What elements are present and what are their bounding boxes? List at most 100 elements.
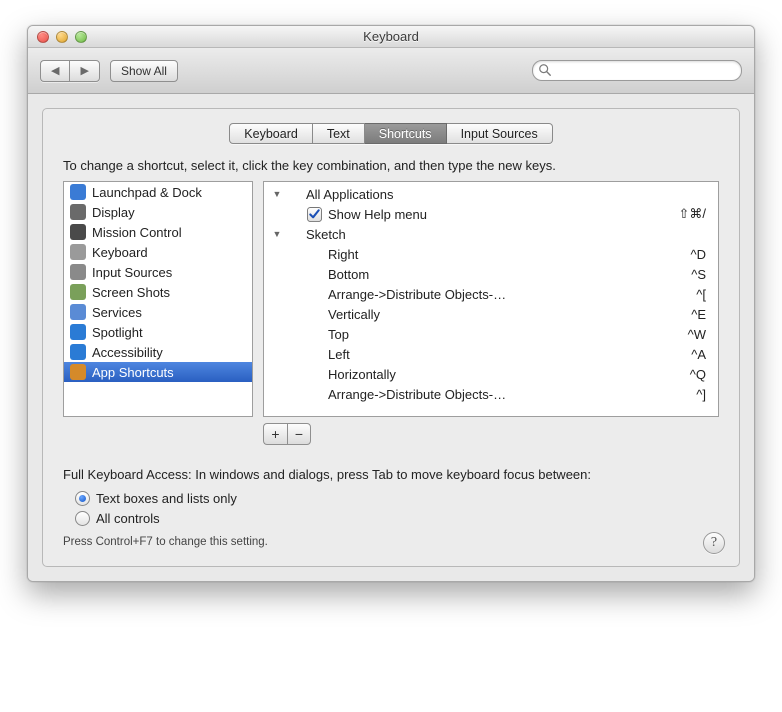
category-input-sources[interactable]: Input Sources: [64, 262, 252, 282]
shortcut-label: Show Help menu: [328, 207, 678, 222]
category-spotlight[interactable]: Spotlight: [64, 322, 252, 342]
shortcut-key[interactable]: ^[: [678, 287, 718, 302]
input-sources-icon: [70, 264, 86, 280]
display-icon: [70, 204, 86, 220]
shortcut-key[interactable]: ^]: [678, 387, 718, 402]
services-icon: [70, 304, 86, 320]
disclosure-triangle-icon[interactable]: ▼: [270, 229, 282, 239]
category-label: Services: [92, 305, 142, 320]
screen-shots-icon: [70, 284, 86, 300]
category-label: Display: [92, 205, 135, 220]
category-accessibility[interactable]: Accessibility: [64, 342, 252, 362]
category-app-shortcuts[interactable]: App Shortcuts: [64, 362, 252, 382]
category-list[interactable]: Launchpad & Dock Display Mission Control Ke…: [63, 181, 253, 417]
enable-checkbox[interactable]: [306, 206, 322, 222]
back-button[interactable]: ◀: [40, 60, 69, 82]
shortcut-label: Sketch: [306, 227, 678, 242]
shortcut-label: Bottom: [328, 267, 678, 282]
shortcut-group[interactable]: ▼ Sketch: [264, 224, 718, 244]
enable-checkbox: [284, 226, 300, 242]
shortcut-item[interactable]: Top^W: [264, 324, 718, 344]
category-keyboard[interactable]: Keyboard: [64, 242, 252, 262]
category-label: App Shortcuts: [92, 365, 174, 380]
instructions-label: To change a shortcut, select it, click t…: [63, 158, 719, 173]
enable-checkbox[interactable]: [306, 306, 322, 322]
tab-text[interactable]: Text: [313, 123, 365, 144]
tab-shortcuts[interactable]: Shortcuts: [365, 123, 447, 144]
shortcut-item[interactable]: Bottom^S: [264, 264, 718, 284]
shortcut-item[interactable]: Show Help menu⇧⌘/: [264, 204, 718, 224]
disclosure-triangle-icon[interactable]: ▼: [270, 189, 282, 199]
shortcut-key[interactable]: ⇧⌘/: [678, 206, 718, 222]
shortcut-key[interactable]: ^D: [678, 247, 718, 262]
shortcut-key[interactable]: ^W: [678, 327, 718, 342]
forward-button[interactable]: ▶: [69, 60, 99, 82]
tab-input-sources[interactable]: Input Sources: [447, 123, 553, 144]
titlebar: Keyboard: [28, 26, 754, 48]
radio-icon: [75, 511, 90, 526]
enable-checkbox[interactable]: [306, 266, 322, 282]
category-launchpad-dock[interactable]: Launchpad & Dock: [64, 182, 252, 202]
traffic-lights: [28, 31, 87, 43]
shortcut-label: All Applications: [306, 187, 678, 202]
chevron-right-icon: ▶: [80, 64, 88, 77]
category-label: Launchpad & Dock: [92, 185, 202, 200]
keyboard-icon: [70, 244, 86, 260]
shortcut-item[interactable]: Right^D: [264, 244, 718, 264]
tab-keyboard[interactable]: Keyboard: [229, 123, 313, 144]
remove-button[interactable]: −: [287, 423, 311, 445]
category-services[interactable]: Services: [64, 302, 252, 322]
add-button[interactable]: +: [263, 423, 287, 445]
shortcut-label: Top: [328, 327, 678, 342]
search-input[interactable]: [532, 60, 742, 81]
window-body: KeyboardTextShortcutsInput Sources To ch…: [28, 94, 754, 581]
category-display[interactable]: Display: [64, 202, 252, 222]
search-field-wrap: [532, 60, 742, 81]
shortcut-item[interactable]: Horizontally^Q: [264, 364, 718, 384]
fka-radio-0[interactable]: Text boxes and lists only: [75, 488, 719, 508]
zoom-icon[interactable]: [75, 31, 87, 43]
nav-segment: ◀ ▶: [40, 60, 100, 82]
help-button[interactable]: ?: [703, 532, 725, 554]
shortcut-key[interactable]: ^Q: [678, 367, 718, 382]
enable-checkbox[interactable]: [306, 326, 322, 342]
shortcut-label: Vertically: [328, 307, 678, 322]
app-shortcuts-icon: [70, 364, 86, 380]
category-label: Input Sources: [92, 265, 172, 280]
fka-hint: Press Control+F7 to change this setting.: [63, 536, 719, 548]
radio-label: Text boxes and lists only: [96, 491, 237, 506]
launchpad-icon: [70, 184, 86, 200]
window-title: Keyboard: [28, 29, 754, 44]
fka-radio-1[interactable]: All controls: [75, 508, 719, 528]
chevron-left-icon: ◀: [51, 64, 59, 77]
shortcut-key[interactable]: ^S: [678, 267, 718, 282]
close-icon[interactable]: [37, 31, 49, 43]
tab-bar: KeyboardTextShortcutsInput Sources: [43, 123, 739, 144]
shortcut-list[interactable]: ▼ All Applications Show Help menu⇧⌘/ ▼ Sketc…: [263, 181, 719, 417]
shortcut-label: Right: [328, 247, 678, 262]
show-all-button[interactable]: Show All: [110, 60, 178, 82]
fka-radio-group: Text boxes and lists only All controls: [63, 488, 719, 528]
category-label: Keyboard: [92, 245, 148, 260]
enable-checkbox: [284, 186, 300, 202]
shortcut-item[interactable]: Arrange->Distribute Objects-…^]: [264, 384, 718, 404]
category-mission-control[interactable]: Mission Control: [64, 222, 252, 242]
shortcut-label: Left: [328, 347, 678, 362]
shortcut-group[interactable]: ▼ All Applications: [264, 184, 718, 204]
category-label: Accessibility: [92, 345, 163, 360]
shortcut-item[interactable]: Left^A: [264, 344, 718, 364]
shortcut-key[interactable]: ^E: [678, 307, 718, 322]
enable-checkbox[interactable]: [306, 386, 322, 402]
shortcut-item[interactable]: Vertically^E: [264, 304, 718, 324]
minimize-icon[interactable]: [56, 31, 68, 43]
category-screen-shots[interactable]: Screen Shots: [64, 282, 252, 302]
category-label: Screen Shots: [92, 285, 170, 300]
shortcut-key[interactable]: ^A: [678, 347, 718, 362]
enable-checkbox[interactable]: [306, 366, 322, 382]
toolbar: ◀ ▶ Show All: [28, 48, 754, 94]
search-icon: [538, 63, 552, 77]
shortcut-item[interactable]: Arrange->Distribute Objects-…^[: [264, 284, 718, 304]
enable-checkbox[interactable]: [306, 246, 322, 262]
enable-checkbox[interactable]: [306, 286, 322, 302]
enable-checkbox[interactable]: [306, 346, 322, 362]
